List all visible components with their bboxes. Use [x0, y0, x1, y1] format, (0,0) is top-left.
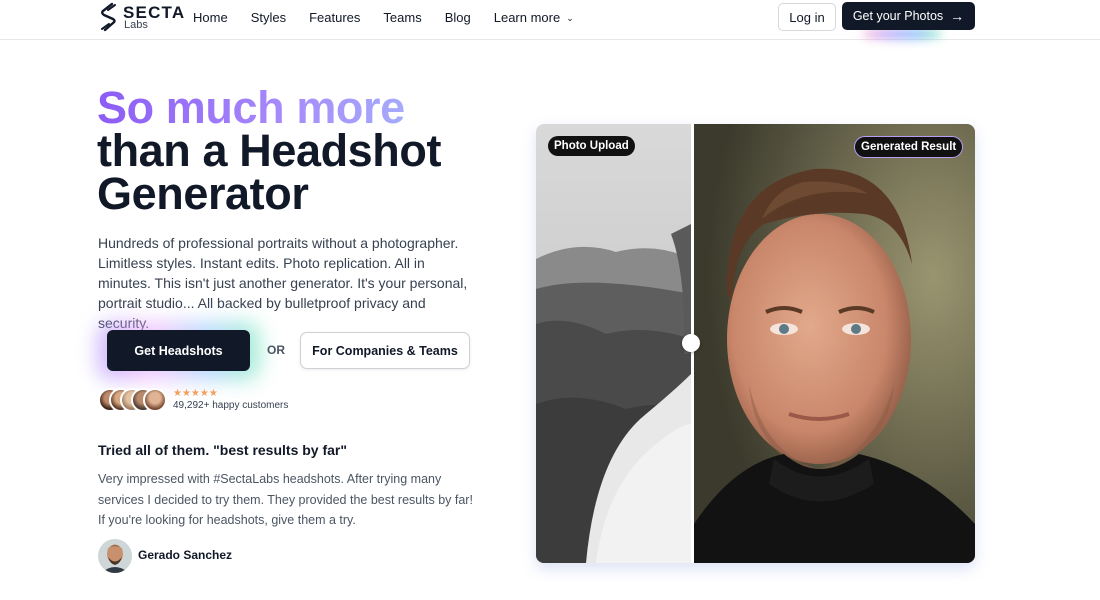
get-photos-label: Get your Photos	[852, 9, 944, 23]
companies-teams-button[interactable]: For Companies & Teams	[300, 332, 470, 369]
nav-link-teams[interactable]: Teams	[383, 10, 421, 25]
hero-headline: So much more than a Headshot Generator	[97, 85, 442, 219]
login-button[interactable]: Log in	[778, 3, 836, 31]
headline-line-3: Generator	[97, 168, 309, 219]
nav-link-blog[interactable]: Blog	[445, 10, 471, 25]
review-body: Very impressed with #SectaLabs headshots…	[98, 472, 473, 527]
brand-name: SECTA	[123, 2, 186, 22]
reviewer-name: Gerado Sanchez	[138, 548, 233, 562]
cta-glow-decoration	[862, 29, 942, 39]
top-nav: SECTA Labs Home Styles Features Teams Bl…	[0, 0, 1100, 40]
avatar	[143, 388, 167, 412]
nav-link-learn-more[interactable]: Learn more ⌄	[494, 10, 574, 25]
headline-gradient-line: So much more	[97, 85, 441, 130]
rating-stars-icon: ★★★★★	[173, 388, 218, 399]
before-after-comparison[interactable]: Photo Upload Generated Result	[536, 124, 975, 563]
nav-links: Home Styles Features Teams Blog Learn mo…	[193, 0, 597, 34]
or-separator: OR	[267, 343, 285, 357]
chevron-down-icon: ⌄	[566, 12, 574, 23]
nav-link-home[interactable]: Home	[193, 10, 228, 25]
photo-upload-tag: Photo Upload	[548, 136, 635, 156]
learn-more-label: Learn more	[493, 9, 561, 25]
secta-logo-icon	[101, 2, 116, 32]
comparison-slider-handle[interactable]	[682, 334, 700, 352]
generated-result-image	[694, 124, 975, 563]
generated-result-tag: Generated Result	[854, 136, 964, 158]
arrow-right-icon: →	[950, 8, 965, 24]
brand-logo[interactable]: SECTA Labs	[98, 2, 185, 32]
reviewer-photo	[98, 539, 132, 573]
get-headshots-button[interactable]: Get Headshots	[107, 330, 250, 371]
photo-upload-image	[536, 124, 691, 563]
nav-link-styles[interactable]: Styles	[251, 10, 286, 25]
hero-subcopy: Hundreds of professional portraits witho…	[98, 235, 468, 331]
get-photos-button[interactable]: Get your Photos →	[842, 2, 975, 30]
headline-line-2: than a Headshot	[97, 125, 442, 176]
customer-count: 49,292+ happy customers	[173, 400, 289, 411]
reviewer-avatar	[98, 539, 132, 573]
nav-link-features[interactable]: Features	[309, 10, 360, 25]
review-title: Tried all of them. "best results by far"	[98, 442, 348, 458]
